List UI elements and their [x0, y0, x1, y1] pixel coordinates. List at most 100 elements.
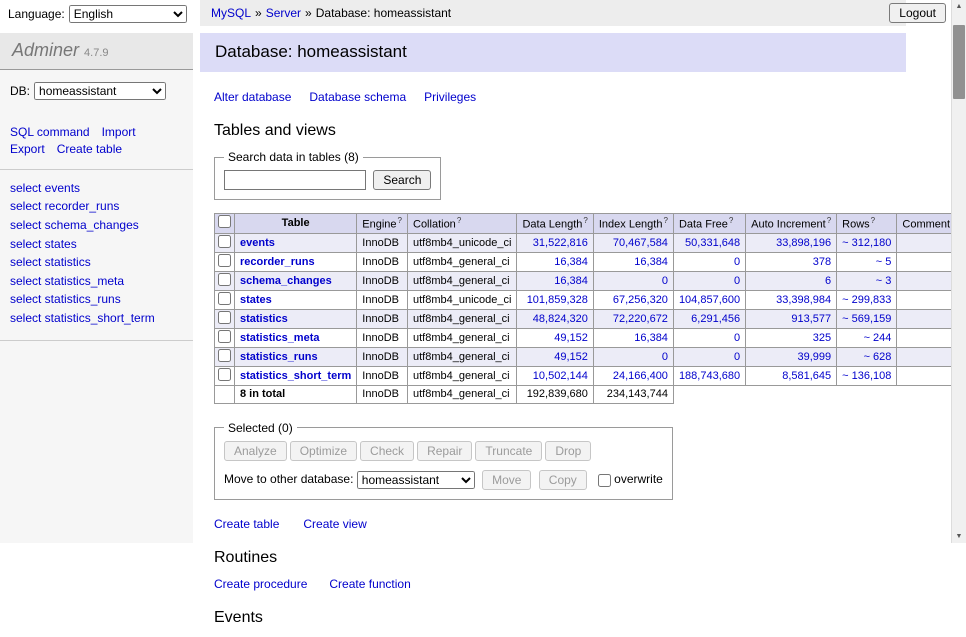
data-free-link[interactable]: 0 — [734, 256, 740, 268]
sidebar-table-link[interactable]: select recorder_runs — [10, 197, 183, 216]
auto-increment-link[interactable]: 39,999 — [798, 351, 832, 363]
create-function-link[interactable]: Create function — [329, 577, 410, 591]
data-length-link[interactable]: 48,824,320 — [533, 313, 588, 325]
index-length-link[interactable]: 67,256,320 — [613, 294, 668, 306]
sidebar-link-import[interactable]: Import — [102, 125, 136, 139]
rows-link[interactable]: ~ 569,159 — [842, 313, 891, 325]
sidebar-table-link[interactable]: select statistics_short_term — [10, 309, 183, 328]
analyze-button[interactable]: Analyze — [224, 441, 287, 461]
auto-increment-link[interactable]: 33,398,984 — [776, 294, 831, 306]
vertical-scrollbar[interactable]: ▲ ▼ — [951, 0, 966, 543]
rows-link[interactable]: ~ 299,833 — [842, 294, 891, 306]
table-name-link[interactable]: states — [240, 294, 272, 306]
drop-button[interactable]: Drop — [545, 441, 591, 461]
auto-increment-link[interactable]: 913,577 — [791, 313, 831, 325]
sidebar-link-sql-command[interactable]: SQL command — [10, 125, 90, 139]
copy-button[interactable]: Copy — [539, 470, 587, 490]
sidebar-table-link[interactable]: select statistics_meta — [10, 272, 183, 291]
sidebar-table-link[interactable]: select events — [10, 179, 183, 198]
sidebar-table-link[interactable]: select statistics_runs — [10, 290, 183, 309]
truncate-button[interactable]: Truncate — [475, 441, 542, 461]
breadcrumb-link-server[interactable]: Server — [266, 6, 301, 20]
scroll-down-icon[interactable]: ▼ — [952, 530, 966, 543]
data-free-link[interactable]: 188,743,680 — [679, 370, 740, 382]
db-action-link-alter-database[interactable]: Alter database — [214, 90, 291, 104]
rows-link[interactable]: ~ 3 — [876, 275, 892, 287]
create-view-link[interactable]: Create view — [303, 517, 366, 531]
create-table-link[interactable]: Create table — [214, 517, 279, 531]
data-length-link[interactable]: 31,522,816 — [533, 237, 588, 249]
language-select[interactable]: English — [69, 5, 187, 23]
db-action-link-privileges[interactable]: Privileges — [424, 90, 476, 104]
data-length-link[interactable]: 16,384 — [554, 256, 588, 268]
column-header-data-length[interactable]: Data Length? — [517, 214, 593, 234]
table-name-link[interactable]: statistics_short_term — [240, 370, 351, 382]
index-length-link[interactable]: 24,166,400 — [613, 370, 668, 382]
row-checkbox[interactable] — [218, 349, 231, 362]
sidebar-link-create-table[interactable]: Create table — [57, 142, 122, 156]
rows-link[interactable]: ~ 136,108 — [842, 370, 891, 382]
data-free-link[interactable]: 0 — [734, 351, 740, 363]
data-length-link[interactable]: 101,859,328 — [527, 294, 588, 306]
table-name-link[interactable]: recorder_runs — [240, 256, 315, 268]
row-checkbox[interactable] — [218, 273, 231, 286]
column-header-index-length[interactable]: Index Length? — [593, 214, 673, 234]
data-length-link[interactable]: 49,152 — [554, 332, 588, 344]
search-input[interactable] — [224, 170, 366, 190]
table-name-link[interactable]: statistics_runs — [240, 351, 318, 363]
data-free-link[interactable]: 6,291,456 — [691, 313, 740, 325]
index-length-link[interactable]: 0 — [662, 351, 668, 363]
rows-link[interactable]: ~ 312,180 — [842, 237, 891, 249]
auto-increment-link[interactable]: 325 — [813, 332, 831, 344]
column-header-engine[interactable]: Engine? — [357, 214, 408, 234]
rows-link[interactable]: ~ 628 — [864, 351, 892, 363]
index-length-link[interactable]: 16,384 — [634, 256, 668, 268]
row-checkbox[interactable] — [218, 292, 231, 305]
help-icon[interactable]: ? — [729, 216, 733, 225]
help-icon[interactable]: ? — [827, 216, 831, 225]
row-checkbox[interactable] — [218, 368, 231, 381]
auto-increment-link[interactable]: 6 — [825, 275, 831, 287]
select-all-checkbox[interactable] — [218, 215, 231, 228]
column-header-collation[interactable]: Collation? — [408, 214, 517, 234]
index-length-link[interactable]: 16,384 — [634, 332, 668, 344]
auto-increment-link[interactable]: 8,581,645 — [782, 370, 831, 382]
column-header-auto-increment[interactable]: Auto Increment? — [746, 214, 837, 234]
column-header-table[interactable]: Table — [235, 214, 357, 234]
check-button[interactable]: Check — [360, 441, 414, 461]
data-free-link[interactable]: 104,857,600 — [679, 294, 740, 306]
data-free-link[interactable]: 50,331,648 — [685, 237, 740, 249]
help-icon[interactable]: ? — [398, 216, 402, 225]
table-name-link[interactable]: schema_changes — [240, 275, 332, 287]
row-checkbox[interactable] — [218, 254, 231, 267]
help-icon[interactable]: ? — [663, 216, 667, 225]
data-free-link[interactable]: 0 — [734, 332, 740, 344]
row-checkbox[interactable] — [218, 311, 231, 324]
auto-increment-link[interactable]: 378 — [813, 256, 831, 268]
row-checkbox[interactable] — [218, 330, 231, 343]
breadcrumb-link-mysql[interactable]: MySQL — [211, 6, 251, 20]
help-icon[interactable]: ? — [871, 216, 875, 225]
table-name-link[interactable]: events — [240, 237, 275, 249]
repair-button[interactable]: Repair — [417, 441, 472, 461]
sidebar-table-link[interactable]: select states — [10, 235, 183, 254]
data-length-link[interactable]: 10,502,144 — [533, 370, 588, 382]
column-header-rows[interactable]: Rows? — [837, 214, 897, 234]
index-length-link[interactable]: 0 — [662, 275, 668, 287]
scrollbar-thumb[interactable] — [953, 25, 965, 99]
create-procedure-link[interactable]: Create procedure — [214, 577, 307, 591]
optimize-button[interactable]: Optimize — [290, 441, 357, 461]
rows-link[interactable]: ~ 244 — [864, 332, 892, 344]
index-length-link[interactable]: 72,220,672 — [613, 313, 668, 325]
logout-button[interactable]: Logout — [889, 3, 946, 23]
index-length-link[interactable]: 70,467,584 — [613, 237, 668, 249]
table-name-link[interactable]: statistics — [240, 313, 288, 325]
search-button[interactable]: Search — [373, 170, 431, 190]
row-checkbox[interactable] — [218, 235, 231, 248]
scroll-up-icon[interactable]: ▲ — [952, 0, 966, 13]
sidebar-link-export[interactable]: Export — [10, 142, 45, 156]
db-select[interactable]: homeassistant — [34, 82, 166, 100]
data-free-link[interactable]: 0 — [734, 275, 740, 287]
help-icon[interactable]: ? — [583, 216, 587, 225]
db-action-link-database-schema[interactable]: Database schema — [309, 90, 406, 104]
